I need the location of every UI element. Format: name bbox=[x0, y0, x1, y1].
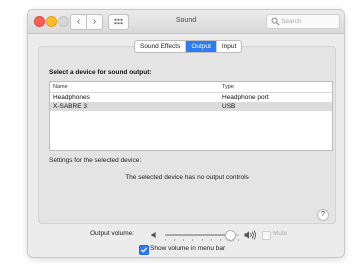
settings-label: Settings for the selected device: bbox=[49, 157, 142, 164]
tab-input[interactable]: Input bbox=[217, 41, 241, 52]
output-device-table[interactable]: Name Type Headphones Headphone port X-SA… bbox=[49, 81, 333, 151]
volume-slider-tick bbox=[165, 239, 166, 241]
zoom-window-button[interactable] bbox=[58, 16, 69, 27]
speaker-high-icon bbox=[244, 230, 256, 240]
mute-checkbox[interactable] bbox=[262, 231, 271, 240]
section-label: Select a device for sound output: bbox=[49, 69, 152, 76]
volume-slider-fill bbox=[165, 234, 231, 236]
tab-output[interactable]: Output bbox=[186, 41, 217, 52]
no-controls-message: The selected device has no output contro… bbox=[125, 174, 249, 181]
back-button[interactable]: ‹ bbox=[70, 14, 87, 30]
table-row[interactable]: Headphones Headphone port bbox=[50, 93, 332, 102]
tab-bar: Sound Effects Output Input bbox=[134, 40, 243, 53]
chevron-left-icon: ‹ bbox=[76, 16, 81, 27]
help-icon: ? bbox=[321, 211, 325, 218]
show-volume-label: Show volume in menu bar bbox=[150, 245, 226, 252]
volume-slider-tick bbox=[219, 239, 221, 241]
device-name: Headphones bbox=[53, 94, 90, 101]
volume-slider-tick bbox=[183, 239, 185, 241]
device-type: USB bbox=[222, 103, 236, 110]
sound-preferences-window: ‹ › Sound Sound Effects Output Input Sel… bbox=[28, 10, 344, 257]
speaker-low-icon bbox=[151, 231, 156, 239]
column-header-type[interactable]: Type bbox=[222, 82, 234, 92]
forward-button[interactable]: › bbox=[86, 14, 103, 30]
table-row-selected[interactable]: X-SABRE 3 USB bbox=[50, 102, 332, 111]
close-window-button[interactable] bbox=[34, 16, 45, 27]
help-button[interactable]: ? bbox=[317, 209, 329, 221]
chevron-right-icon: › bbox=[92, 16, 97, 27]
volume-slider-tick bbox=[238, 239, 239, 241]
title-bar: ‹ › Sound bbox=[28, 10, 344, 34]
volume-slider[interactable] bbox=[165, 230, 239, 241]
minimize-window-button[interactable] bbox=[46, 16, 57, 27]
table-header: Name Type bbox=[50, 82, 332, 93]
output-panel: Select a device for sound output: Name T… bbox=[38, 46, 336, 224]
column-header-name[interactable]: Name bbox=[53, 82, 68, 92]
show-volume-checkbox[interactable] bbox=[139, 245, 149, 255]
device-type: Headphone port bbox=[222, 94, 269, 101]
search-input[interactable] bbox=[281, 15, 335, 28]
volume-slider-tick bbox=[228, 239, 230, 241]
device-name: X-SABRE 3 bbox=[53, 103, 87, 110]
volume-slider-tick bbox=[174, 239, 176, 241]
output-volume-label: Output volume: bbox=[90, 230, 135, 237]
volume-slider-ticks bbox=[165, 239, 239, 241]
show-volume-menubar-row: Show volume in menu bar bbox=[28, 244, 344, 255]
volume-slider-tick bbox=[192, 239, 194, 241]
volume-slider-tick bbox=[210, 239, 212, 241]
output-volume-row: Output volume: Mute bbox=[28, 229, 344, 241]
volume-slider-tick bbox=[201, 239, 203, 241]
show-all-button[interactable] bbox=[108, 14, 129, 30]
search-icon bbox=[271, 17, 280, 26]
grid-icon bbox=[114, 18, 123, 25]
window-title: Sound bbox=[175, 17, 197, 24]
search-field[interactable] bbox=[266, 14, 340, 29]
tab-sound-effects[interactable]: Sound Effects bbox=[135, 41, 187, 52]
checkmark-icon bbox=[141, 247, 147, 253]
mute-label: Mute bbox=[273, 230, 288, 237]
